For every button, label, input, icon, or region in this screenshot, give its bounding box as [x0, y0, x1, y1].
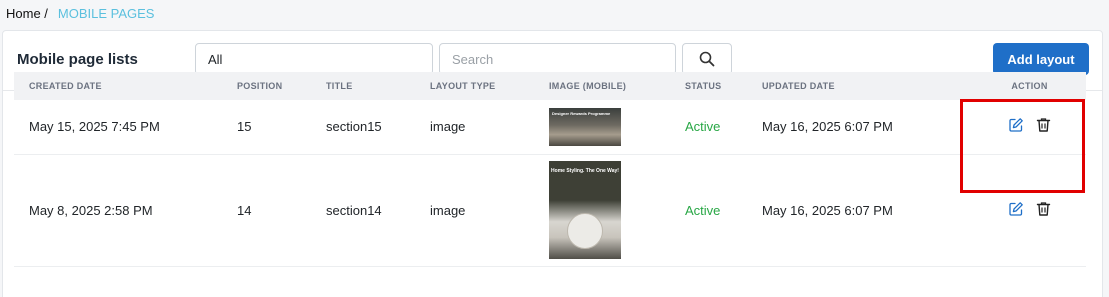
add-layout-button[interactable]: Add layout [993, 43, 1089, 75]
cell-updated: May 16, 2025 6:07 PM [747, 100, 973, 155]
cell-created: May 15, 2025 7:45 PM [14, 100, 222, 155]
edit-icon[interactable] [1008, 201, 1024, 217]
cell-position: 15 [222, 100, 311, 155]
page-title: Mobile page lists [17, 51, 138, 68]
col-created-date[interactable]: CREATED DATE [14, 72, 222, 100]
col-position[interactable]: POSITION [222, 72, 311, 100]
col-image-mobile: IMAGE (MOBILE) [549, 81, 627, 91]
search-icon [699, 51, 715, 67]
trash-icon[interactable] [1036, 201, 1051, 217]
col-title[interactable]: TITLE [311, 72, 415, 100]
table-row: May 15, 2025 7:45 PM 15 section15 image … [14, 100, 1086, 155]
breadcrumb: Home / MOBILE PAGES [6, 6, 154, 21]
action-highlight-box [960, 99, 1085, 193]
thumbnail-text: Designer Rewards Programme [552, 110, 611, 116]
cell-image: Designer Rewards Programme [534, 100, 670, 155]
mobile-image-thumbnail[interactable]: Designer Rewards Programme [549, 107, 621, 146]
table-row: May 8, 2025 2:58 PM 14 section14 image H… [14, 154, 1086, 267]
breadcrumb-current: MOBILE PAGES [57, 6, 155, 21]
cell-title: section15 [311, 100, 415, 155]
thumbnail-plate [567, 213, 603, 249]
cell-created: May 8, 2025 2:58 PM [14, 154, 222, 267]
col-status[interactable]: STATUS [670, 72, 747, 100]
cell-updated: May 16, 2025 6:07 PM [747, 154, 973, 267]
mobile-image-thumbnail[interactable]: Home Styling. The One Way! [549, 161, 621, 259]
col-layout-type[interactable]: LAYOUT TYPE [415, 72, 534, 100]
search-button[interactable] [682, 43, 732, 75]
thumbnail-text: Home Styling. The One Way! [551, 168, 619, 174]
col-action: ACTION [1011, 81, 1048, 91]
cell-image: Home Styling. The One Way! [534, 154, 670, 267]
status-badge: Active [670, 154, 747, 267]
table-header-row: CREATED DATE POSITION TITLE LAYOUT TYPE … [14, 72, 1086, 100]
cell-layout: image [415, 100, 534, 155]
status-badge: Active [670, 100, 747, 155]
cell-layout: image [415, 154, 534, 267]
mobile-pages-table: CREATED DATE POSITION TITLE LAYOUT TYPE … [14, 72, 1086, 267]
cell-title: section14 [311, 154, 415, 267]
col-updated-date[interactable]: UPDATED DATE [747, 72, 973, 100]
filter-select[interactable]: All [195, 43, 433, 75]
cell-position: 14 [222, 154, 311, 267]
search-input[interactable] [439, 43, 676, 75]
breadcrumb-home[interactable]: Home / [6, 6, 48, 21]
